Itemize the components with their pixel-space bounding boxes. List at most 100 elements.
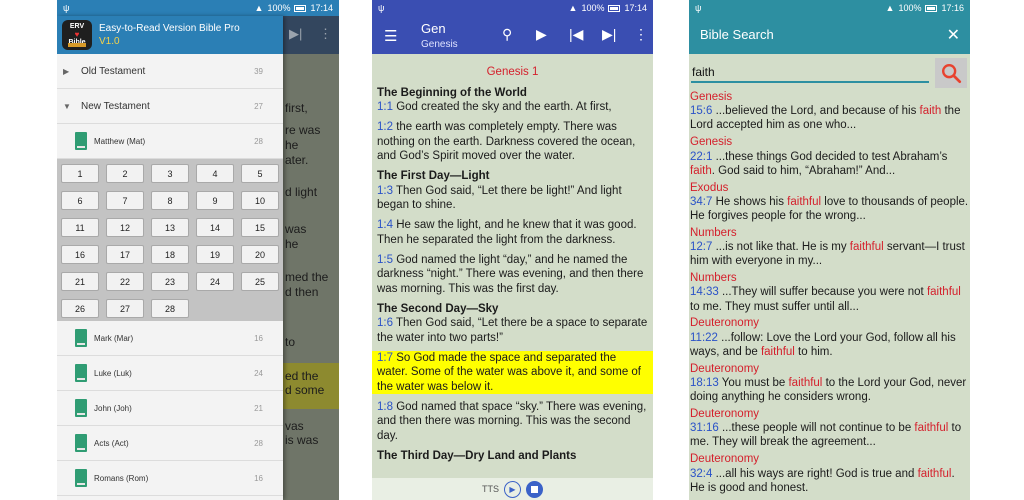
match-highlight: faithful — [849, 241, 884, 254]
chapter-button[interactable]: 18 — [151, 245, 189, 264]
chapter-button[interactable]: 21 — [61, 272, 99, 291]
result-ref: 34:7 — [690, 195, 713, 208]
result-book: Deuteronomy — [690, 453, 760, 466]
book-item[interactable]: Luke (Luk) 24 — [57, 356, 283, 391]
chapter-button[interactable]: 25 — [241, 272, 279, 291]
chapter-button[interactable]: 14 — [196, 218, 234, 237]
phone-search: ψ ▲ 100% 17:16 Bible Search ✕ Genesis15:… — [689, 0, 970, 500]
status-bar: ψ ▲ 100% 17:14 — [57, 0, 339, 16]
new-testament-row[interactable]: ▼ New Testament 27 — [57, 89, 283, 124]
chapter-button[interactable]: 28 — [151, 299, 189, 318]
search-result[interactable]: Numbers 14:33 ...They will suffer because… — [690, 271, 969, 314]
verse[interactable]: 1:8 God named that space “sky.” There wa… — [377, 400, 648, 444]
chapter-button[interactable]: 15 — [241, 218, 279, 237]
status-bar: ψ ▲ 100% 17:14 — [372, 0, 653, 16]
chapter-button[interactable]: 4 — [196, 164, 234, 183]
book-item[interactable]: Acts (Act) 28 — [57, 426, 283, 461]
chapter-button[interactable]: 9 — [196, 191, 234, 210]
search-result[interactable]: Genesis 22:1 ...these things God decided … — [690, 135, 969, 178]
background-toolbar: ▶| ⋮ — [283, 16, 339, 54]
close-icon[interactable]: ✕ — [947, 25, 960, 45]
search-icon — [942, 64, 962, 84]
previous-icon[interactable]: |◀ — [569, 26, 583, 43]
verse[interactable]: 1:5 God named the light “day,” and he na… — [377, 253, 648, 297]
search-icon[interactable]: ⚲ — [502, 26, 512, 43]
verse[interactable]: 1:4 He saw the light, and he knew that i… — [377, 218, 648, 247]
chapter-button[interactable]: 20 — [241, 245, 279, 264]
book-abbrev[interactable]: Gen — [421, 21, 446, 36]
tts-play-button[interactable]: ▶ — [504, 480, 521, 498]
book-item[interactable]: Romans (Rom) 16 — [57, 461, 283, 496]
verse-text: Then God said, “Let there be a space to … — [377, 317, 648, 344]
more-icon[interactable]: ⋮ — [634, 26, 648, 43]
chapter-button[interactable]: 8 — [151, 191, 189, 210]
clock: 17:14 — [624, 3, 647, 13]
book-icon — [75, 329, 87, 347]
section-heading: The First Day—Light — [377, 170, 490, 182]
battery-icon — [608, 4, 621, 12]
play-icon[interactable]: ▶ — [536, 26, 547, 43]
verse[interactable]: 1:1 God created the sky and the earth. A… — [377, 100, 648, 115]
chapter-button[interactable]: 2 — [106, 164, 144, 183]
search-result[interactable]: Numbers 12:7 ...is not like that. He is m… — [690, 226, 969, 269]
verse-ref: 1:4 — [377, 219, 393, 231]
chapter-button[interactable]: 16 — [61, 245, 99, 264]
chapter-button[interactable]: 5 — [241, 164, 279, 183]
search-result[interactable]: Deuteronomy 18:13 You must be faithful to… — [690, 362, 969, 405]
next-icon[interactable]: ▶| — [602, 26, 616, 43]
verse-text: So God made the space and separated the … — [377, 351, 642, 393]
chapter-button[interactable]: 7 — [106, 191, 144, 210]
chapter-button[interactable]: 12 — [106, 218, 144, 237]
search-result[interactable]: Deuteronomy 11:22 ...follow: Love the Lor… — [690, 316, 969, 359]
chapter-title: Genesis 1 — [486, 66, 539, 78]
chapter-button[interactable]: 24 — [196, 272, 234, 291]
result-snippet: ...They will suffer because you were not — [718, 286, 927, 299]
search-button[interactable] — [935, 58, 967, 88]
menu-icon[interactable]: ☰ — [384, 27, 397, 45]
chapter-button[interactable]: 13 — [151, 218, 189, 237]
background-text-fragment: is was — [285, 433, 319, 447]
result-text: 22:1 ...these things God decided to test… — [690, 150, 969, 178]
verse[interactable]: 1:3 Then God said, “Let there be light!”… — [377, 184, 648, 213]
tts-bar: TTS ▶ — [372, 478, 653, 500]
chapter-button[interactable]: 19 — [196, 245, 234, 264]
result-ref: 18:13 — [690, 376, 719, 389]
chapter-button[interactable]: 23 — [151, 272, 189, 291]
chapter-button[interactable]: 6 — [61, 191, 99, 210]
result-text: 14:33 ...They will suffer because you we… — [690, 285, 969, 313]
chapter-button[interactable]: 27 — [106, 299, 144, 318]
search-result[interactable]: Deuteronomy 31:16 ...these people will no… — [690, 407, 969, 450]
old-testament-row[interactable]: ▶ Old Testament 39 — [57, 54, 283, 89]
chapter-button[interactable]: 11 — [61, 218, 99, 237]
match-highlight: faith — [690, 164, 712, 177]
book-item[interactable]: Matthew (Mat) 28 — [57, 124, 283, 159]
book-name: Genesis — [421, 39, 458, 50]
verse[interactable]: 1:2 the earth was completely empty. Ther… — [377, 120, 648, 164]
verse[interactable]: 1:6 Then God said, “Let there be a space… — [377, 316, 648, 345]
verse-text: the earth was completely empty. There wa… — [377, 121, 636, 162]
background-text-fragment: was — [285, 222, 307, 236]
chapter-button[interactable]: 3 — [151, 164, 189, 183]
search-input[interactable] — [691, 63, 929, 83]
chapter-button[interactable]: 22 — [106, 272, 144, 291]
battery-icon — [294, 4, 307, 12]
book-item[interactable]: John (Joh) 21 — [57, 391, 283, 426]
clock: 17:16 — [941, 3, 964, 13]
chapter-button[interactable]: 26 — [61, 299, 99, 318]
verse-highlighted[interactable]: 1:7 So God made the space and separated … — [372, 350, 653, 394]
search-result[interactable]: Genesis 15:6 ...believed the Lord, and be… — [690, 90, 969, 133]
battery-icon — [925, 4, 938, 12]
verse-text: Then God said, “Let there be light!” And… — [377, 184, 622, 212]
result-snippet: ...these people will not continue to be — [718, 422, 915, 435]
search-result[interactable]: Exodus 34:7 He shows his faithful love to… — [690, 181, 969, 224]
background-reader: ▶| ⋮ first, re was he ater. d light was he med … — [283, 16, 339, 500]
result-book: Numbers — [690, 226, 737, 239]
tts-stop-button[interactable] — [526, 480, 543, 498]
chapter-count: 16 — [254, 473, 263, 483]
search-result[interactable]: Deuteronomy 32:4 ...all his ways are righ… — [690, 452, 969, 495]
chapter-button[interactable]: 17 — [106, 245, 144, 264]
book-item[interactable]: Mark (Mar) 16 — [57, 321, 283, 356]
chapter-button[interactable]: 1 — [61, 164, 99, 183]
chapter-button[interactable]: 10 — [241, 191, 279, 210]
result-book: Genesis — [690, 136, 733, 149]
